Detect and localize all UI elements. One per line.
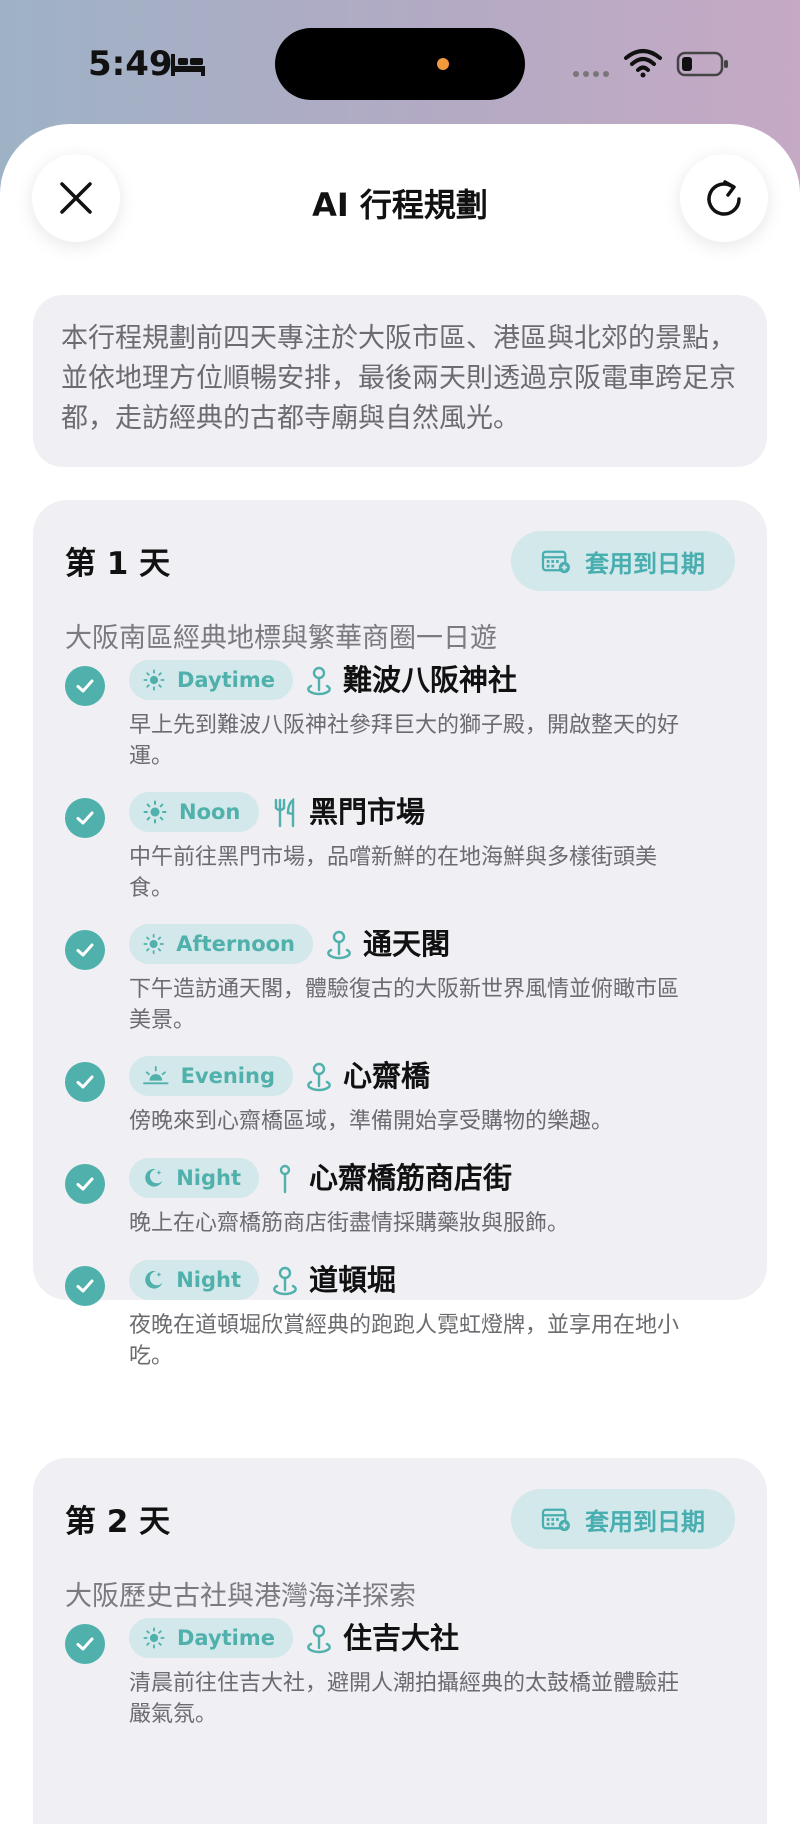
apply-to-date-label: 套用到日期: [585, 1507, 705, 1536]
wifi-icon: [624, 49, 662, 78]
time-of-day-badge: Daytime: [129, 660, 293, 700]
checkmark-icon: [73, 806, 97, 830]
time-of-day-label: Night: [176, 1166, 241, 1190]
place-name: 心齋橋筋商店街: [309, 1161, 513, 1195]
pin-icon: [271, 1164, 299, 1194]
day-subtitle: 大阪南區經典地標與繁華商圈一日遊: [65, 623, 497, 654]
completed-check[interactable]: [65, 1062, 105, 1102]
refresh-button[interactable]: [680, 154, 768, 242]
itinerary-summary: 本行程規劃前四天專注於大阪市區、港區與北郊的景點，並依地理方位順暢安排，最後兩天…: [33, 295, 767, 467]
completed-check[interactable]: [65, 1266, 105, 1306]
calendar-add-icon: [541, 1506, 571, 1532]
time-of-day-label: Daytime: [176, 1626, 275, 1650]
status-time: 5:49: [88, 44, 173, 84]
checkmark-icon: [73, 938, 97, 962]
sun-icon: [143, 800, 167, 824]
completed-check[interactable]: [65, 1164, 105, 1204]
time-of-day-badge: Night: [129, 1260, 259, 1300]
activity-description: 清晨前往住吉大社，避開人潮拍攝經典的太鼓橋並體驗莊嚴氣氛。: [129, 1671, 680, 1727]
time-of-day-badge: Afternoon: [129, 924, 313, 964]
map-pin-icon: [305, 666, 333, 696]
activity-description: 傍晚來到心齋橋區域，準備開始享受購物的樂趣。: [129, 1109, 614, 1134]
completed-check[interactable]: [65, 798, 105, 838]
refresh-icon: [707, 180, 741, 216]
time-of-day-label: Night: [176, 1268, 241, 1292]
battery-icon: [676, 51, 728, 77]
activity-description: 早上先到難波八阪神社參拜巨大的獅子殿，開啟整天的好運。: [129, 713, 680, 769]
itinerary-sheet: AI 行程規劃 本行程規劃前四天專注於大阪市區、港區與北郊的景點，並依地理方位順…: [0, 124, 800, 1824]
calendar-add-icon: [541, 548, 571, 574]
place-name: 難波八阪神社: [343, 663, 518, 697]
activity-description: 下午造訪通天閣，體驗復古的大阪新世界風情並俯瞰市區美景。: [129, 977, 680, 1033]
apply-to-date-button[interactable]: 套用到日期: [511, 531, 735, 591]
checkmark-icon: [73, 1172, 97, 1196]
map-pin-icon: [271, 1266, 299, 1296]
day-card: 第 1 天 套用到日期大阪南區經典地標與繁華商圈一日遊 Daytime 難波八阪神社早…: [33, 500, 767, 1369]
completed-check[interactable]: [65, 1624, 105, 1664]
checkmark-icon: [73, 1070, 97, 1094]
sunset-icon: [143, 1064, 169, 1088]
sun-icon: [143, 1626, 165, 1650]
time-of-day-label: Evening: [180, 1064, 275, 1088]
checkmark-icon: [73, 674, 97, 698]
checkmark-icon: [73, 1274, 97, 1298]
time-of-day-label: Afternoon: [176, 932, 295, 956]
place-name: 通天閣: [363, 927, 451, 961]
time-of-day-badge: Evening: [129, 1056, 293, 1096]
completed-check[interactable]: [65, 666, 105, 706]
time-of-day-badge: Night: [129, 1158, 259, 1198]
recording-indicator: [437, 58, 449, 70]
time-of-day-label: Noon: [179, 800, 241, 824]
day-subtitle: 大阪歷史古社與港灣海洋探索: [65, 1581, 416, 1612]
dynamic-island: [275, 28, 525, 100]
place-name: 住吉大社: [343, 1621, 460, 1655]
checkmark-icon: [73, 1632, 97, 1656]
activity-description: 晚上在心齋橋筋商店街盡情採購藥妝與服飾。: [129, 1211, 570, 1236]
fork-knife-icon: [271, 798, 299, 828]
day-title: 第 2 天: [65, 1504, 171, 1540]
time-of-day-badge: Noon: [129, 792, 259, 832]
activity-description: 中午前往黑門市場，品嚐新鮮的在地海鮮與多樣街頭美食。: [129, 845, 658, 901]
moon-icon: [143, 1166, 164, 1190]
place-name: 道頓堀: [309, 1263, 397, 1297]
sun-icon: [143, 932, 164, 956]
activity-description: 夜晚在道頓堀欣賞經典的跑跑人霓虹燈牌，並享用在地小吃。: [129, 1313, 680, 1369]
apply-to-date-label: 套用到日期: [585, 549, 705, 578]
map-pin-icon: [305, 1624, 333, 1654]
time-of-day-label: Daytime: [176, 668, 275, 692]
place-name: 心齋橋: [343, 1059, 431, 1093]
time-of-day-badge: Daytime: [129, 1618, 293, 1658]
place-name: 黑門市場: [309, 795, 426, 829]
completed-check[interactable]: [65, 930, 105, 970]
bed-icon: [171, 54, 205, 76]
sun-icon: [143, 668, 165, 692]
moon-icon: [143, 1268, 164, 1292]
map-pin-icon: [325, 930, 353, 960]
day-title: 第 1 天: [65, 546, 171, 582]
map-pin-icon: [305, 1062, 333, 1092]
apply-to-date-button[interactable]: 套用到日期: [511, 1489, 735, 1549]
status-bar: 5:49: [0, 0, 800, 120]
cellular-dots-icon: [573, 71, 609, 77]
day-card: 第 2 天 套用到日期大阪歷史古社與港灣海洋探索 Daytime 住吉大社清晨前往住吉…: [33, 1458, 767, 1824]
